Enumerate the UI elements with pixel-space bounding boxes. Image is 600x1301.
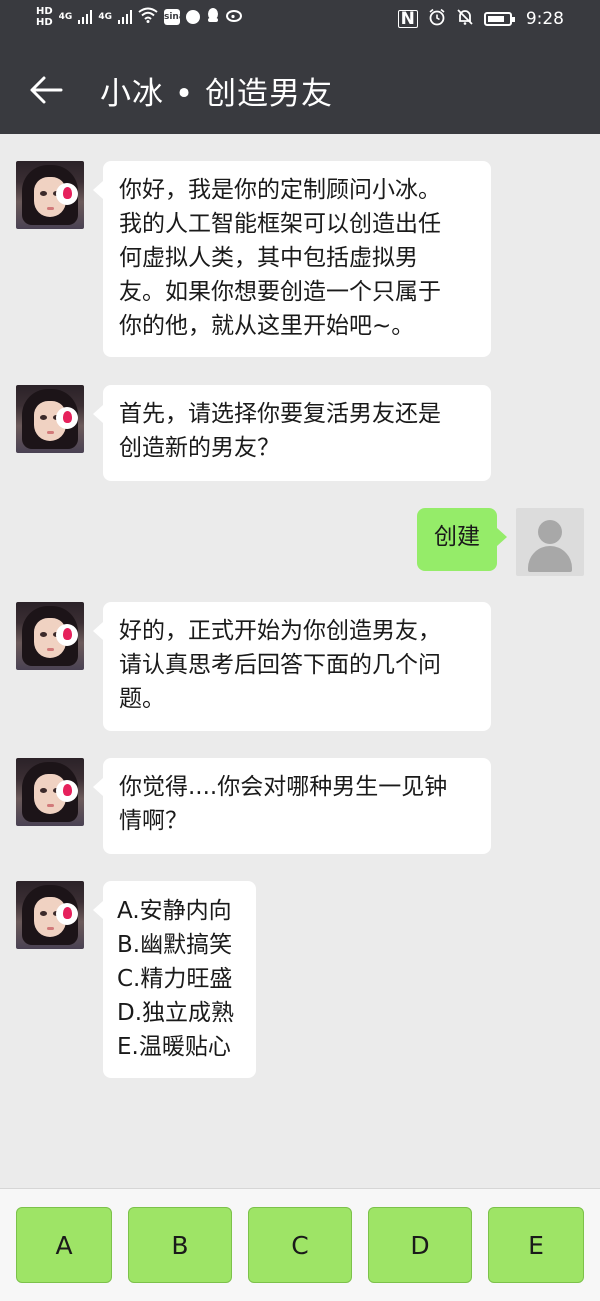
user-avatar[interactable]: [516, 508, 584, 576]
weibo-icon: [225, 8, 244, 26]
status-bar: HD HD 4G 4G sina N 9:28: [0, 0, 600, 40]
option-a-button[interactable]: A: [16, 1207, 112, 1283]
message-text-line: 我的人工智能框架可以创造出任: [119, 211, 441, 237]
option-b-button[interactable]: B: [128, 1207, 232, 1283]
message-bubble: 好的，正式开始为你创造男友， 请认真思考后回答下面的几个问 题。: [93, 602, 491, 731]
message-text-line: 你好，我是你的定制顾问小冰。: [119, 177, 441, 203]
mute-bell-icon: [456, 8, 474, 30]
user-message-bubble: 创建: [417, 508, 507, 571]
nav-bar: 小冰 • 创造男友: [0, 50, 600, 134]
xiaobing-avatar[interactable]: [16, 758, 84, 826]
status-right: N 9:28: [397, 8, 564, 30]
hd-label-1: HD: [36, 6, 53, 17]
message-text-line: 题。: [119, 686, 165, 712]
nfc-icon: N: [397, 10, 418, 28]
option-e-button[interactable]: E: [488, 1207, 584, 1283]
message-text-line: 你觉得....你会对哪种男生一见钟: [119, 774, 448, 800]
option-text-line: A.安静内向: [117, 898, 232, 924]
option-c-button[interactable]: C: [248, 1207, 352, 1283]
battery-icon: [483, 12, 515, 26]
message-text-line: 何虚拟人类，其中包括虚拟男: [119, 245, 418, 271]
arrow-left-icon[interactable]: [28, 72, 64, 108]
hd-indicators: HD HD: [36, 6, 53, 28]
message-bubble: 你觉得....你会对哪种男生一见钟 情啊？: [93, 758, 491, 854]
message-text-line: 好的，正式开始为你创造男友，: [119, 618, 441, 644]
message-text-line: 创建: [434, 524, 480, 550]
option-text-line: B.幽默搞笑: [117, 932, 233, 958]
message-icon: [185, 10, 200, 24]
message-text-line: 情啊？: [119, 808, 188, 834]
xiaobing-avatar[interactable]: [16, 602, 84, 670]
message-text-line: 友。如果你想要创造一个只属于: [119, 279, 441, 305]
weibo-app-icon: sina: [163, 9, 185, 25]
xiaobing-avatar[interactable]: [16, 161, 84, 229]
page-title: 小冰 • 创造男友: [100, 76, 333, 112]
reply-options-bar: A B C D E: [0, 1188, 600, 1301]
qq-icon: [206, 7, 220, 27]
status-left: HD HD 4G 4G sina: [36, 6, 244, 28]
network-label-1: 4G: [58, 12, 73, 22]
clock: 9:28: [525, 9, 564, 29]
message-text-line: 创造新的男友？: [119, 435, 280, 461]
option-d-button[interactable]: D: [368, 1207, 472, 1283]
message-bubble: 首先，请选择你要复活男友还是 创造新的男友？: [93, 385, 491, 481]
hd-label-2: HD: [36, 17, 53, 28]
message-bubble: A.安静内向 B.幽默搞笑 C.精力旺盛 D.独立成熟 E.温暖贴心: [93, 881, 256, 1078]
signal-icon: [117, 10, 132, 24]
xiaobing-avatar[interactable]: [16, 881, 84, 949]
message-text-line: 首先，请选择你要复活男友还是: [119, 401, 441, 427]
alarm-icon: [428, 8, 446, 30]
option-text-line: E.温暖贴心: [117, 1034, 231, 1060]
message-bubble: 你好，我是你的定制顾问小冰。 我的人工智能框架可以创造出任 何虚拟人类，其中包括…: [93, 161, 491, 357]
option-text-line: D.独立成熟: [117, 1000, 235, 1026]
xiaobing-avatar[interactable]: [16, 385, 84, 453]
message-text-line: 你的他，就从这里开始吧~。: [119, 313, 415, 339]
top-bar: HD HD 4G 4G sina N 9:28 小冰 • 创造男友: [0, 0, 600, 134]
message-text-line: 请认真思考后回答下面的几个问: [119, 652, 441, 678]
wifi-icon: [138, 7, 158, 27]
signal-icon: [78, 10, 93, 24]
option-text-line: C.精力旺盛: [117, 966, 233, 992]
network-label-2: 4G: [98, 12, 112, 22]
